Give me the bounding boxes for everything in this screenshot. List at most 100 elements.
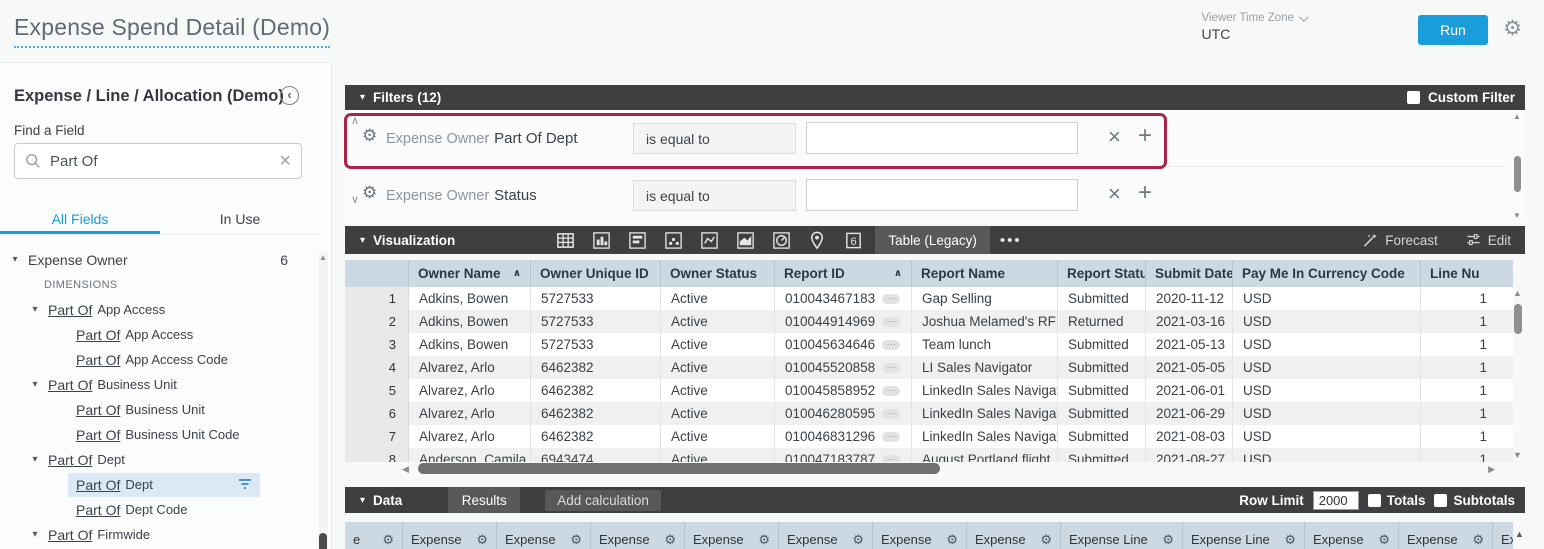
field-gear-icon[interactable]: ⚙ xyxy=(1270,533,1296,546)
filters-bar[interactable]: ▾ Filters (12) Custom Filter xyxy=(345,85,1525,110)
tree-item-expense-owner[interactable]: ▾ Expense Owner 6 xyxy=(0,247,316,272)
column-header-report-name[interactable]: Report Name xyxy=(912,260,1058,287)
row-number-header[interactable] xyxy=(345,260,409,287)
expander-icon[interactable]: ▾ xyxy=(28,379,42,390)
table-icon[interactable] xyxy=(547,226,583,254)
column-header-owner-status[interactable]: Owner Status xyxy=(661,260,775,287)
scroll-up-icon[interactable]: ▲ xyxy=(1515,529,1524,539)
tree-item[interactable]: ▾ Part Of Business Unit xyxy=(0,372,316,397)
scroll-down-icon[interactable]: ▼ xyxy=(1513,211,1521,220)
field-chip[interactable]: e ⚙ xyxy=(345,522,403,549)
move-up-icon[interactable]: ∧ xyxy=(351,114,359,127)
filters-scrollbar[interactable]: ▲ ▼ xyxy=(1512,112,1523,220)
related-actions-icon[interactable]: ··· xyxy=(882,362,901,373)
settings-gear-icon[interactable]: ⚙ xyxy=(1503,18,1522,39)
operator-dropdown[interactable]: is equal to xyxy=(633,180,796,211)
totals-checkbox[interactable] xyxy=(1367,493,1381,507)
collapse-sidebar-icon[interactable]: ‹ xyxy=(280,86,299,105)
subtotals-checkbox[interactable] xyxy=(1434,493,1448,507)
field-gear-icon[interactable]: ⚙ xyxy=(1364,533,1390,546)
tree-item[interactable]: Part Of Business Unit Code xyxy=(0,422,316,447)
tree-item[interactable]: ▾ Part Of Firmwide xyxy=(0,522,316,547)
more-options-icon[interactable]: ••• xyxy=(1000,232,1022,249)
remove-filter-icon[interactable]: × xyxy=(1108,122,1121,152)
tree-item-selected[interactable]: Part Of Dept xyxy=(0,472,316,497)
add-filter-icon[interactable]: + xyxy=(1138,120,1152,152)
scroll-up-icon[interactable]: ▲ xyxy=(319,253,327,262)
related-actions-icon[interactable]: ··· xyxy=(882,316,901,327)
row-limit-input[interactable] xyxy=(1312,490,1359,510)
tree-item[interactable]: Part Of App Access Code xyxy=(0,347,316,372)
tab-in-use[interactable]: In Use xyxy=(160,205,320,234)
viewer-time-zone[interactable]: Viewer Time Zone UTC xyxy=(1202,11,1309,42)
field-chip[interactable]: Expense⚙ xyxy=(1305,522,1399,549)
sidebar-scrollbar[interactable]: ▲ xyxy=(318,251,328,549)
expander-icon[interactable]: ▾ xyxy=(28,529,42,540)
field-gear-icon[interactable]: ⚙ xyxy=(1026,533,1052,546)
search-input[interactable] xyxy=(50,152,280,170)
filter-gear-icon[interactable]: ⚙ xyxy=(362,184,377,201)
tab-all-fields[interactable]: All Fields xyxy=(0,205,160,234)
related-actions-icon[interactable]: ··· xyxy=(882,293,901,304)
field-chip[interactable]: Expense⚙ xyxy=(967,522,1061,549)
table-row[interactable]: 8 Anderson, Camila 6943474 Active 010047… xyxy=(345,448,1513,462)
field-chip[interactable]: Expense⚙ xyxy=(591,522,685,549)
field-chip[interactable]: Expense⚙ xyxy=(1399,522,1493,549)
collapse-triangle-icon[interactable]: ▾ xyxy=(360,495,365,506)
scroll-left-icon[interactable]: ◀ xyxy=(402,464,409,475)
table-row[interactable]: 7 Alvarez, Arlo 6462382 Active 010046831… xyxy=(345,425,1513,448)
related-actions-icon[interactable]: ··· xyxy=(882,385,901,396)
scrollbar-thumb[interactable] xyxy=(1514,304,1522,334)
field-chip[interactable]: Expense⚙ xyxy=(685,522,779,549)
totals-toggle[interactable]: Totals xyxy=(1367,493,1425,508)
table-row[interactable]: 4 Alvarez, Arlo 6462382 Active 010045520… xyxy=(345,356,1513,379)
related-actions-icon[interactable]: ··· xyxy=(882,339,901,350)
sort-asc-icon[interactable]: ∧ xyxy=(509,268,521,279)
table-row[interactable]: 2 Adkins, Bowen 5727533 Active 010044914… xyxy=(345,310,1513,333)
collapse-triangle-icon[interactable]: ▾ xyxy=(360,235,365,246)
scroll-down-icon[interactable]: ▼ xyxy=(1513,450,1522,460)
field-chip[interactable]: Expense⚙ xyxy=(873,522,967,549)
add-filter-icon[interactable]: + xyxy=(1138,177,1152,209)
field-gear-icon[interactable]: ⚙ xyxy=(556,533,582,546)
field-gear-icon[interactable]: ⚙ xyxy=(650,533,676,546)
tree-item[interactable]: Part Of App Access xyxy=(0,322,316,347)
field-gear-icon[interactable]: ⚙ xyxy=(368,533,394,546)
edit-button[interactable]: Edit xyxy=(1466,233,1511,248)
scatter-plot-icon[interactable] xyxy=(655,226,691,254)
tree-item[interactable]: Part Of Business Unit xyxy=(0,397,316,422)
filter-gear-icon[interactable]: ⚙ xyxy=(362,127,377,144)
sort-asc-icon[interactable]: ∧ xyxy=(890,268,902,279)
field-gear-icon[interactable]: ⚙ xyxy=(462,533,488,546)
column-header-submit-date[interactable]: Submit Date xyxy=(1146,260,1233,287)
table-row[interactable]: 6 Alvarez, Arlo 6462382 Active 010046280… xyxy=(345,402,1513,425)
add-calculation-button[interactable]: Add calculation xyxy=(545,489,661,511)
expander-icon[interactable]: ▾ xyxy=(8,254,22,265)
scroll-right-icon[interactable]: ▶ xyxy=(1488,464,1495,475)
field-chip[interactable]: Expense Line ⚙ xyxy=(1061,522,1183,549)
field-chip[interactable]: Expense Line ⚙ xyxy=(1183,522,1305,549)
scrollbar-thumb[interactable] xyxy=(418,463,940,474)
forecast-button[interactable]: Forecast xyxy=(1362,233,1438,248)
horizontal-bar-chart-icon[interactable] xyxy=(619,226,655,254)
scroll-up-icon[interactable]: ▲ xyxy=(1513,288,1522,298)
table-row[interactable]: 3 Adkins, Bowen 5727533 Active 010045634… xyxy=(345,333,1513,356)
line-chart-icon[interactable] xyxy=(691,226,727,254)
move-down-icon[interactable]: ∨ xyxy=(351,193,359,206)
field-chip[interactable]: Expense⚙ xyxy=(403,522,497,549)
scrollbar-thumb[interactable] xyxy=(319,533,327,549)
area-chart-icon[interactable] xyxy=(727,226,763,254)
bar-chart-icon[interactable] xyxy=(583,226,619,254)
map-icon[interactable] xyxy=(799,226,835,254)
table-row[interactable]: 1 Adkins, Bowen 5727533 Active 010043467… xyxy=(345,287,1513,310)
donut-chart-icon[interactable] xyxy=(763,226,799,254)
column-header-line-number[interactable]: Line Nu xyxy=(1421,260,1511,287)
field-gear-icon[interactable]: ⚙ xyxy=(744,533,770,546)
scroll-up-icon[interactable]: ▲ xyxy=(1513,112,1521,121)
table-row[interactable]: 5 Alvarez, Arlo 6462382 Active 010045858… xyxy=(345,379,1513,402)
tree-item[interactable]: Part Of Dept Code xyxy=(0,497,316,522)
scrollbar-thumb[interactable] xyxy=(1514,156,1521,192)
tab-table-legacy[interactable]: Table (Legacy) xyxy=(875,226,990,254)
field-chip[interactable]: Expense⚙ xyxy=(779,522,873,549)
subtotals-toggle[interactable]: Subtotals xyxy=(1434,493,1515,508)
